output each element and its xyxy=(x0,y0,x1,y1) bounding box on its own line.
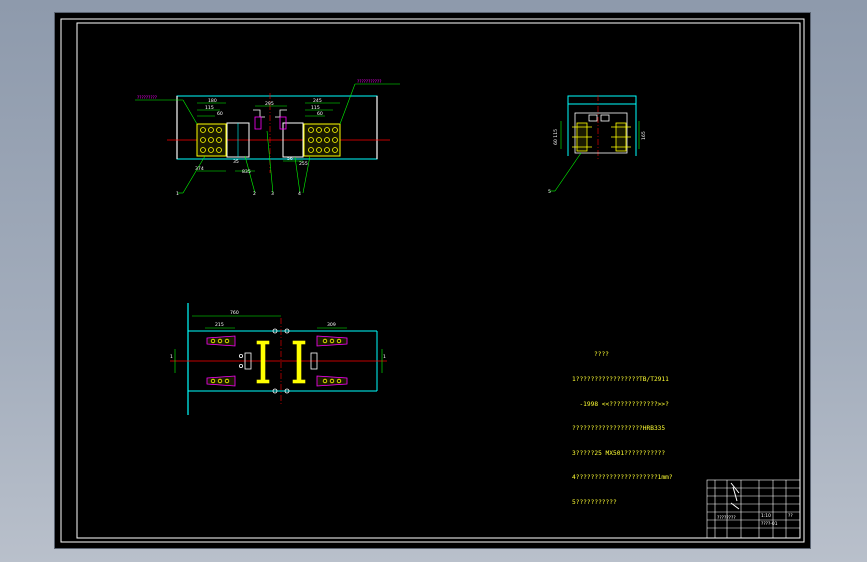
section-mark: 1 xyxy=(170,354,173,360)
title-block xyxy=(706,479,801,539)
dim-label: 115 xyxy=(311,105,320,111)
bolt-plate-right xyxy=(303,123,341,157)
dim-label: 374 xyxy=(195,166,204,172)
notes-line: 3?????25 MX501??????????? xyxy=(572,449,666,457)
dim-label: 180 xyxy=(208,98,217,104)
title-sheet: ?? xyxy=(788,513,793,519)
dim-label: 60 115 xyxy=(553,129,559,145)
notes-line: -1998 <<?????????????>>? xyxy=(572,400,669,408)
dim-label: 295 xyxy=(265,101,274,107)
dim-label: 309 xyxy=(327,322,336,328)
dim-label: 165 xyxy=(641,131,647,140)
technical-notes: ???? 1?????????????????TB/T2911 -1998 <<… xyxy=(572,335,673,524)
notes-line: 5??????????? xyxy=(572,498,617,506)
notes-line: ???????????????????HRB335 xyxy=(572,425,666,433)
leader-label-left: ????????? xyxy=(137,95,157,100)
outer-frame xyxy=(60,18,805,543)
dim-label: 255 xyxy=(299,161,308,167)
dim-label: 215 xyxy=(215,322,224,328)
cad-drawing-canvas: 180 115 60 295 245 115 60 374 35 835 56 … xyxy=(60,18,805,543)
dim-label: 60 xyxy=(317,111,323,117)
dim-label: 56 xyxy=(287,156,293,162)
dim-label: 760 xyxy=(230,310,239,316)
section-view-top-right: 60 115 165 5 xyxy=(548,95,647,195)
callout-number: 4 xyxy=(298,191,301,197)
drawing-sheet: 180 115 60 295 245 115 60 374 35 835 56 … xyxy=(55,13,810,548)
notes-heading: ???? xyxy=(594,351,609,359)
section-mark: 1 xyxy=(383,354,386,360)
title-drawing-name: ???????? xyxy=(717,515,736,521)
dimension-lines-top xyxy=(135,83,400,194)
callout-number: 5 xyxy=(548,189,551,195)
dim-label: 115 xyxy=(205,105,214,111)
notes-line: 4??????????????????????1mm? xyxy=(572,474,673,482)
plan-view-top-left: 180 115 60 295 245 115 60 374 35 835 56 … xyxy=(135,79,400,197)
dim-label: 60 xyxy=(217,111,223,117)
leader-label-right: ??????????? xyxy=(357,79,381,84)
callout-number: 1 xyxy=(176,191,179,197)
notes-line: 1?????????????????TB/T2911 xyxy=(572,376,669,383)
elevation-view-bottom: 760 215 309 1 1 xyxy=(170,303,387,415)
inner-frame xyxy=(76,22,801,539)
dim-label: 245 xyxy=(313,98,322,104)
title-number: ????-01 xyxy=(761,521,778,527)
callout-number: 3 xyxy=(271,191,274,197)
title-scale: 1:10 xyxy=(761,513,771,519)
dim-label: 35 xyxy=(233,159,239,165)
dim-label: 835 xyxy=(242,169,251,175)
callout-number: 2 xyxy=(253,191,256,197)
